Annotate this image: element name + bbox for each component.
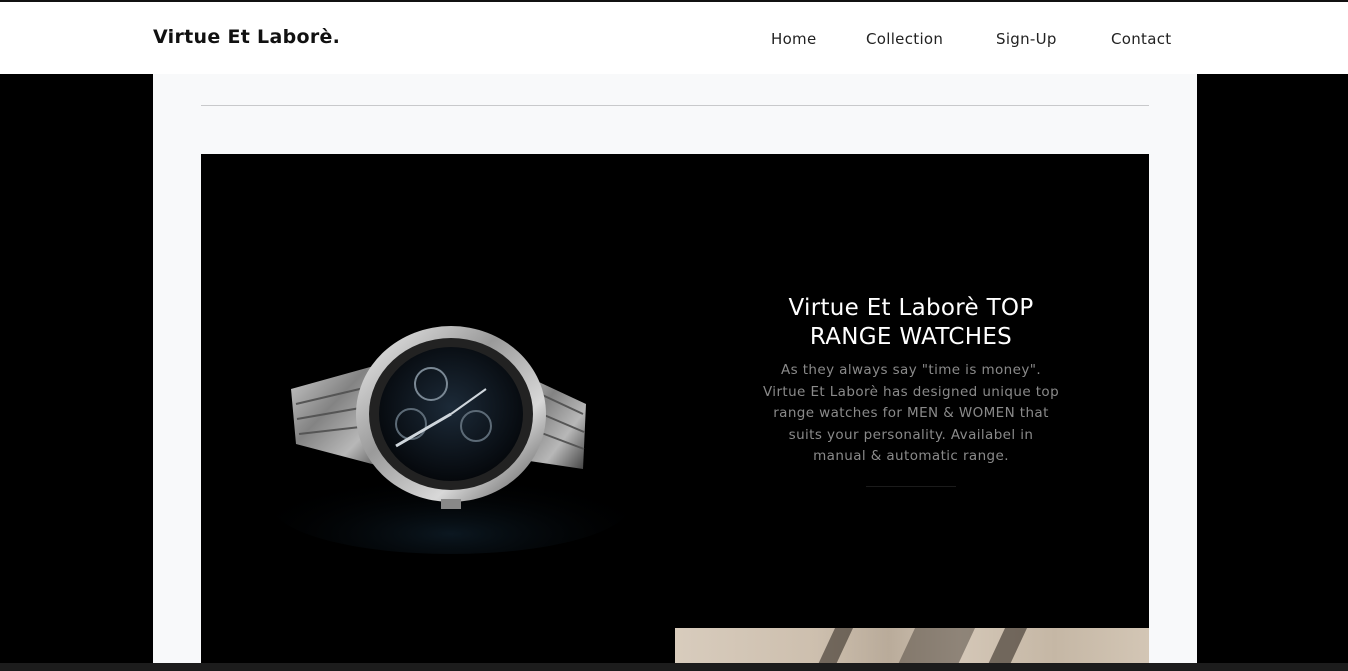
section-divider bbox=[201, 105, 1149, 106]
hero-desc-line: manual & automatic range. bbox=[813, 448, 1009, 465]
main-container: Virtue Et Laborè TOP RANGE WATCHES As th… bbox=[153, 74, 1197, 671]
nav-collection-link[interactable]: Collection bbox=[866, 30, 943, 48]
hero-title-line-2: RANGE WATCHES bbox=[809, 324, 1013, 350]
taskbar bbox=[0, 663, 1348, 671]
watch-image bbox=[271, 326, 631, 554]
hero-title: Virtue Et Laborè TOP RANGE WATCHES bbox=[741, 294, 1081, 352]
nav-signup-link[interactable]: Sign-Up bbox=[996, 30, 1057, 48]
hero-desc-line: Virtue Et Laborè has designed unique top bbox=[762, 383, 1060, 400]
nav-home-link[interactable]: Home bbox=[771, 30, 817, 48]
hero-section: Virtue Et Laborè TOP RANGE WATCHES As th… bbox=[201, 154, 1149, 671]
brand-logo[interactable]: Virtue Et Laborè. bbox=[153, 26, 340, 48]
nav-contact-link[interactable]: Contact bbox=[1111, 30, 1171, 48]
hero-description: As they always say "time is money". Virt… bbox=[741, 360, 1081, 468]
hero-title-line-1: Virtue Et Laborè TOP bbox=[788, 295, 1034, 321]
hero-desc-line: suits your personality. Availabel in bbox=[788, 426, 1034, 443]
hero-desc-line: As they always say "time is money". bbox=[780, 362, 1042, 378]
hero-text-block: Virtue Et Laborè TOP RANGE WATCHES As th… bbox=[741, 294, 1081, 487]
hero-rule bbox=[866, 485, 956, 487]
hero-desc-line: range watches for MEN & WOMEN that bbox=[773, 405, 1049, 422]
navbar: Virtue Et Laborè. Home Collection Sign-U… bbox=[0, 2, 1348, 74]
